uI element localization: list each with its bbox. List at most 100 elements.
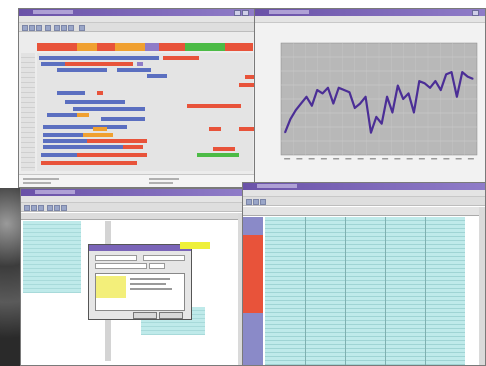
x-tick-labels: [284, 158, 474, 160]
x-tick-mark: [296, 158, 303, 160]
gantt-bar[interactable]: [93, 127, 107, 131]
gantt-titlebar: [19, 9, 255, 16]
gantt-bar[interactable]: [213, 147, 235, 151]
data-point: [467, 76, 469, 78]
data-point: [300, 102, 302, 105]
open-icon[interactable]: [253, 199, 259, 205]
new-icon[interactable]: [22, 25, 28, 31]
list-item[interactable]: [130, 278, 170, 280]
gantt-bar[interactable]: [97, 91, 103, 95]
list-item-selected[interactable]: [96, 276, 126, 298]
gantt-bar[interactable]: [43, 139, 87, 143]
data-point: [386, 96, 388, 98]
data-point: [381, 123, 383, 125]
gantt-bar[interactable]: [101, 117, 145, 121]
x-tick-mark: [320, 158, 327, 160]
refresh-icon[interactable]: [61, 205, 67, 211]
gantt-bar[interactable]: [87, 139, 147, 143]
list-item[interactable]: [130, 288, 172, 290]
gantt-bar[interactable]: [147, 74, 167, 78]
gantt-bar[interactable]: [163, 56, 199, 60]
data-point: [418, 80, 420, 82]
gantt-bar[interactable]: [65, 100, 125, 104]
data-point: [375, 116, 377, 118]
gantt-bar[interactable]: [43, 145, 123, 149]
sheet-column-header: [243, 207, 485, 216]
dialog-list[interactable]: [95, 273, 185, 311]
ok-button[interactable]: [133, 312, 157, 319]
table-title-placeholder: [35, 190, 75, 194]
new-icon[interactable]: [24, 205, 30, 211]
copy-icon[interactable]: [61, 25, 67, 31]
data-point: [343, 89, 345, 91]
gantt-bar[interactable]: [209, 127, 221, 131]
gantt-bar[interactable]: [41, 161, 137, 165]
gantt-bar[interactable]: [137, 62, 143, 66]
data-point: [295, 109, 297, 111]
open-icon[interactable]: [31, 205, 37, 211]
gantt-window: [18, 8, 256, 188]
open-icon[interactable]: [29, 25, 35, 31]
dialog-field[interactable]: [95, 263, 147, 269]
save-icon[interactable]: [260, 199, 266, 205]
save-icon[interactable]: [38, 205, 44, 211]
data-point: [461, 71, 463, 73]
gantt-bar[interactable]: [65, 62, 133, 66]
x-tick-mark: [418, 158, 425, 160]
data-point: [402, 98, 404, 100]
gantt-bar[interactable]: [77, 113, 89, 117]
data-point: [284, 132, 286, 134]
zoom-icon[interactable]: [79, 25, 85, 31]
gantt-bar[interactable]: [77, 153, 147, 157]
sheet-window: [242, 182, 486, 366]
list-item[interactable]: [130, 283, 166, 285]
table-column-header: [21, 213, 243, 220]
x-tick-mark: [431, 158, 438, 160]
data-point: [472, 78, 474, 80]
gantt-title-placeholder: [33, 10, 73, 14]
data-point: [364, 96, 367, 98]
filter-icon[interactable]: [47, 205, 53, 211]
gantt-bar[interactable]: [43, 133, 83, 137]
dialog-field[interactable]: [143, 255, 185, 261]
gantt-status-bar: [19, 174, 255, 187]
gantt-bar[interactable]: [57, 91, 85, 95]
table-titlebar: [21, 189, 243, 196]
gantt-bar[interactable]: [41, 62, 65, 66]
x-tick-mark: [369, 158, 376, 160]
cut-icon[interactable]: [54, 25, 60, 31]
x-tick-mark: [443, 158, 450, 160]
new-icon[interactable]: [246, 199, 252, 205]
sheet-menubar: [243, 190, 485, 197]
paste-icon[interactable]: [68, 25, 74, 31]
x-tick-mark: [467, 158, 474, 160]
gantt-bar[interactable]: [123, 145, 143, 149]
gantt-bar[interactable]: [41, 153, 77, 157]
data-point: [434, 80, 436, 82]
gantt-bar[interactable]: [57, 68, 107, 72]
sheet-grid: [265, 217, 465, 365]
gantt-bar[interactable]: [39, 56, 159, 60]
gantt-bar[interactable]: [117, 68, 151, 72]
dialog-field[interactable]: [149, 263, 165, 269]
gantt-bar[interactable]: [197, 153, 239, 157]
data-point: [456, 96, 458, 98]
print-icon[interactable]: [45, 25, 51, 31]
gantt-bar[interactable]: [83, 133, 113, 137]
dialog-field[interactable]: [95, 255, 137, 261]
gantt-bar[interactable]: [73, 107, 145, 111]
x-tick-mark: [406, 158, 413, 160]
gantt-bar[interactable]: [187, 104, 241, 108]
data-point: [440, 89, 442, 91]
gantt-bar[interactable]: [43, 125, 127, 129]
vertical-scrollbar[interactable]: [479, 207, 485, 365]
gantt-bar[interactable]: [239, 83, 255, 87]
gantt-bar[interactable]: [47, 113, 77, 117]
data-point: [332, 102, 334, 105]
data-point: [322, 92, 324, 94]
sort-icon[interactable]: [54, 205, 60, 211]
cancel-button[interactable]: [159, 312, 183, 319]
background-photo: [0, 188, 22, 366]
data-point: [316, 89, 318, 91]
save-icon[interactable]: [36, 25, 42, 31]
